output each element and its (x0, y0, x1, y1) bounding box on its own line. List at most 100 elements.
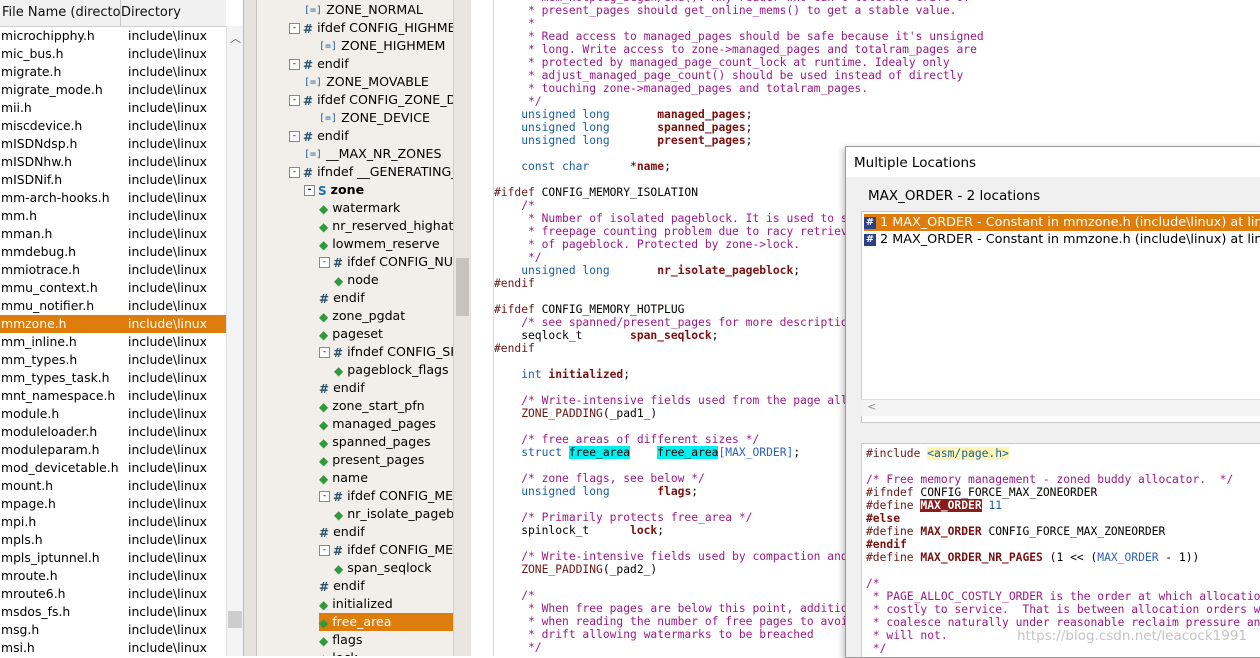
collapse-toggle-icon[interactable]: - (289, 131, 300, 142)
tree-node[interactable]: [=] ZONE_DEVICE (319, 109, 430, 127)
tree-node[interactable]: [=] ZONE_HIGHMEM (319, 37, 445, 55)
tree-node[interactable]: ◆ watermark (319, 199, 400, 217)
code-token: ZONE_PADDING (494, 407, 603, 420)
tree-node[interactable]: ◆ node (334, 271, 379, 289)
file-row[interactable]: mm-arch-hooks.h include\linux (0, 189, 226, 207)
scroll-left-icon[interactable]: < (867, 400, 876, 413)
collapse-toggle-icon[interactable]: - (304, 185, 315, 196)
member-icon: ◆ (334, 507, 344, 522)
file-row[interactable]: microchipphy.h include\linux (0, 27, 226, 45)
tree-node[interactable]: [=] ZONE_MOVABLE (304, 73, 429, 91)
scrollbar-thumb[interactable] (456, 258, 469, 316)
tree-node[interactable]: ◆ flags (319, 631, 362, 649)
tree-node[interactable]: -#ifndef __GENERATING_BOUNDS_H (289, 163, 453, 181)
collapse-toggle-icon[interactable]: - (289, 23, 300, 34)
tree-node[interactable]: ◆ managed_pages (319, 415, 436, 433)
file-row[interactable]: mpls_iptunnel.h include\linux (0, 549, 226, 567)
tree-node[interactable]: # endif (319, 289, 365, 307)
file-row[interactable]: mISDNhw.h include\linux (0, 153, 226, 171)
locations-list-hscrollbar[interactable]: < (861, 399, 1260, 416)
tree-node[interactable]: ◆ name (319, 469, 368, 487)
file-row[interactable]: mod_devicetable.h include\linux (0, 459, 226, 477)
tree-node[interactable]: # endif (319, 523, 365, 541)
tree-node[interactable]: ◆ pageset (319, 325, 383, 343)
file-row[interactable]: mroute6.h include\linux (0, 585, 226, 603)
tree-node[interactable]: - # endif (289, 127, 349, 145)
file-row[interactable]: mm.h include\linux (0, 207, 226, 225)
collapse-toggle-icon[interactable]: - (289, 59, 300, 70)
locations-list[interactable]: #1 MAX_ORDER - Constant in mmzone.h (inc… (861, 211, 1260, 423)
collapse-toggle-icon[interactable]: - (319, 257, 330, 268)
file-row[interactable]: mpi.h include\linux (0, 513, 226, 531)
tree-node[interactable]: -#ifdef CONFIG_ZONE_DEVICE (289, 91, 453, 109)
file-row[interactable]: mpage.h include\linux (0, 495, 226, 513)
file-row[interactable]: mmzone.h include\linux (0, 315, 226, 333)
location-item[interactable]: #2 MAX_ORDER - Constant in mmzone.h (inc… (864, 231, 1260, 248)
file-row[interactable]: mm_inline.h include\linux (0, 333, 226, 351)
tree-node[interactable]: -#ifndef CONFIG_SPARSEMEM (319, 343, 453, 361)
tree-node[interactable]: [=] ZONE_NORMAL (304, 1, 423, 19)
collapse-toggle-icon[interactable]: - (289, 95, 300, 106)
tree-node[interactable]: ◆nr_reserved_highatomic (319, 217, 453, 235)
file-row[interactable]: mii.h include\linux (0, 99, 226, 117)
code-token[interactable]: free_area (657, 446, 719, 459)
tree-node[interactable]: # endif (319, 577, 365, 595)
collapse-toggle-icon[interactable]: - (319, 347, 330, 358)
tree-node[interactable]: # endif (319, 379, 365, 397)
file-row[interactable]: mmdebug.h include\linux (0, 243, 226, 261)
tree-node[interactable]: ◆ pageblock_flags (334, 361, 449, 379)
file-row[interactable]: moduleloader.h include\linux (0, 423, 226, 441)
column-header-file-name[interactable]: File Name (directory (0, 0, 121, 26)
tree-node[interactable]: ◆ lowmem_reserve (319, 235, 440, 253)
file-row[interactable]: mmiotrace.h include\linux (0, 261, 226, 279)
tree-node[interactable]: ◆ span_seqlock (334, 559, 432, 577)
column-header-directory[interactable]: Directory (121, 0, 181, 26)
file-row[interactable]: msi.h include\linux (0, 639, 226, 656)
tree-node[interactable]: - Szone (304, 181, 364, 199)
symbol-tree-scrollbar[interactable] (453, 0, 471, 656)
tree-node[interactable]: ◆ free_area (319, 613, 453, 631)
file-row[interactable]: mmu_context.h include\linux (0, 279, 226, 297)
tree-node[interactable]: - # ifdef CONFIG_HIGHMEM (289, 19, 453, 37)
tree-node[interactable]: ◆nr_isolate_pageblock (334, 505, 453, 523)
file-row[interactable]: mmu_notifier.h include\linux (0, 297, 226, 315)
tree-node[interactable]: -#ifdef CONFIG_MEMORY_ISOLATION (319, 487, 453, 505)
tree-node[interactable]: ◆ zone_pgdat (319, 307, 405, 325)
tree-node[interactable]: [=] __MAX_NR_ZONES (304, 145, 441, 163)
file-row[interactable]: msg.h include\linux (0, 621, 226, 639)
file-row[interactable]: migrate_mode.h include\linux (0, 81, 226, 99)
file-row[interactable]: module.h include\linux (0, 405, 226, 423)
file-row[interactable]: mm_types.h include\linux (0, 351, 226, 369)
tree-node[interactable]: - # endif (289, 55, 349, 73)
collapse-toggle-icon[interactable]: - (319, 491, 330, 502)
scrollbar-thumb[interactable] (228, 611, 242, 628)
file-row[interactable]: mount.h include\linux (0, 477, 226, 495)
file-row[interactable]: mic_bus.h include\linux (0, 45, 226, 63)
panel-splitter[interactable] (244, 0, 257, 656)
collapse-toggle-icon[interactable]: - (289, 167, 300, 178)
tree-node[interactable]: -#ifdef CONFIG_NUMA (319, 253, 453, 271)
file-list-scrollbar[interactable]: ︿ (226, 26, 243, 656)
file-row[interactable]: mman.h include\linux (0, 225, 226, 243)
tree-node[interactable]: ◆ zone_start_pfn (319, 397, 425, 415)
code-line: */ (494, 251, 542, 264)
file-row[interactable]: mISDNif.h include\linux (0, 171, 226, 189)
file-row[interactable]: mnt_namespace.h include\linux (0, 387, 226, 405)
file-row[interactable]: moduleparam.h include\linux (0, 441, 226, 459)
file-row[interactable]: msdos_fs.h include\linux (0, 603, 226, 621)
file-row[interactable]: mm_types_task.h include\linux (0, 369, 226, 387)
location-item[interactable]: #1 MAX_ORDER - Constant in mmzone.h (inc… (864, 214, 1260, 231)
tree-node[interactable]: -#ifdef CONFIG_MEMORY_HOTPLUG (319, 541, 453, 559)
file-row[interactable]: miscdevice.h include\linux (0, 117, 226, 135)
tree-node[interactable]: ◆ present_pages (319, 451, 424, 469)
tree-node[interactable]: ◆ lock (319, 649, 358, 656)
file-row[interactable]: migrate.h include\linux (0, 63, 226, 81)
scroll-up-icon[interactable]: ︿ (230, 30, 241, 46)
file-row[interactable]: mroute.h include\linux (0, 567, 226, 585)
collapse-toggle-icon[interactable]: - (319, 545, 330, 556)
code-token[interactable]: free_area (568, 446, 631, 459)
file-row[interactable]: mpls.h include\linux (0, 531, 226, 549)
file-row[interactable]: mISDNdsp.h include\linux (0, 135, 226, 153)
tree-node[interactable]: ◆ spanned_pages (319, 433, 431, 451)
tree-node[interactable]: ◆ initialized (319, 595, 393, 613)
